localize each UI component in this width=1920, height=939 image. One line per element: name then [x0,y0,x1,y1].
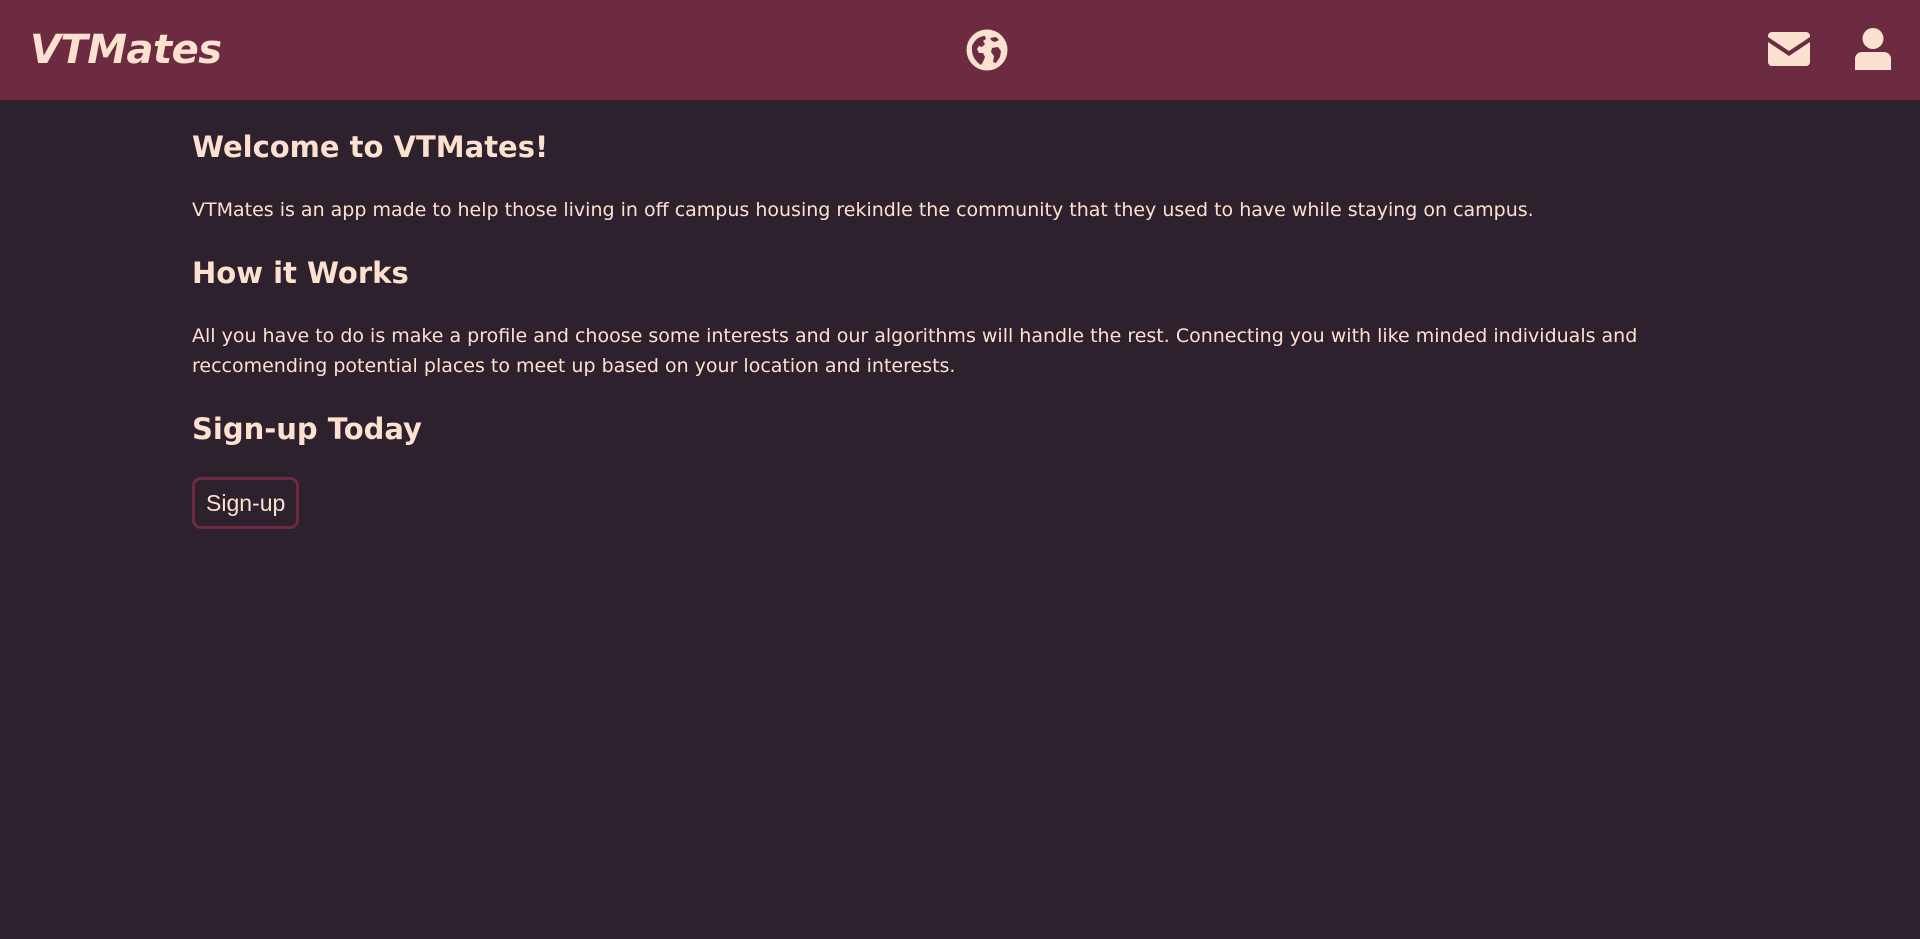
user-icon[interactable] [1855,28,1891,70]
how-it-works-heading: How it Works [192,256,409,290]
how-it-works-paragraph: All you have to do is make a profile and… [192,325,1638,377]
signup-heading: Sign-up Today [192,412,422,446]
welcome-heading: Welcome to VTMates! [192,130,549,164]
envelope-icon[interactable] [1768,32,1810,66]
signup-button[interactable]: Sign-up [192,477,300,529]
brand-logo-link[interactable]: VTMates [30,26,222,74]
welcome-paragraph: VTMates is an app made to help those liv… [192,199,1534,221]
globe-icon[interactable] [966,29,1008,71]
top-navbar: VTMates [0,0,1920,100]
